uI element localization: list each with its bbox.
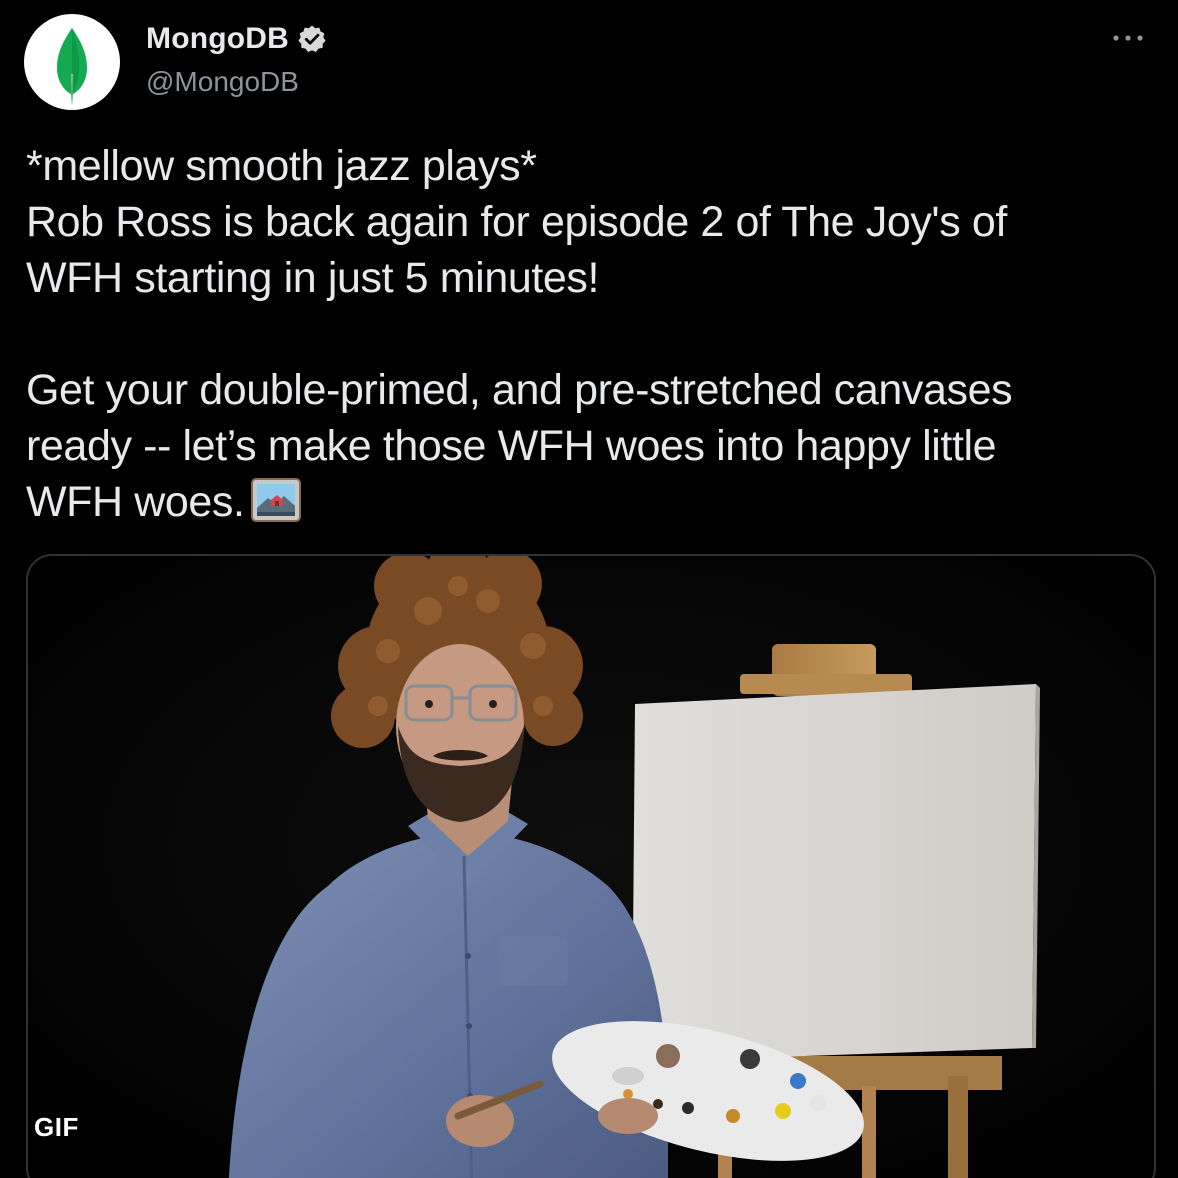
tweet-card: MongoDB @MongoDB *mellow smooth jazz pla… xyxy=(0,0,1178,1178)
tweet-text-line: Get your double-primed, and pre-stretche… xyxy=(26,366,1013,414)
tweet-header: MongoDB @MongoDB xyxy=(24,14,1158,110)
tweet-text: *mellow smooth jazz plays* Rob Ross is b… xyxy=(26,138,1146,536)
tweet-text-line: ready -- let’s make those WFH woes into … xyxy=(26,422,997,470)
verified-badge-icon xyxy=(297,24,327,54)
tweet-text-fragment: WFH woes. xyxy=(26,478,245,526)
gif-image-painter-at-easel xyxy=(28,556,1154,1178)
name-row: MongoDB xyxy=(146,22,327,56)
tweet-text-line: Rob Ross is back again for episode 2 of … xyxy=(26,198,1007,246)
mongodb-leaf-icon xyxy=(57,28,87,106)
avatar[interactable] xyxy=(24,14,120,110)
framed-picture-emoji-icon xyxy=(250,478,301,536)
more-options-button[interactable] xyxy=(1108,24,1148,52)
tweet-text-line: WFH starting in just 5 minutes! xyxy=(26,254,600,302)
more-dots-icon xyxy=(1113,35,1143,41)
tweet-text-line-last: WFH woes. xyxy=(26,474,1146,536)
display-name[interactable]: MongoDB xyxy=(146,22,289,56)
gif-badge: GIF xyxy=(34,1112,79,1142)
gif-media[interactable] xyxy=(26,554,1156,1178)
account-handle[interactable]: @MongoDB xyxy=(146,66,299,98)
tweet-text-line: *mellow smooth jazz plays* xyxy=(26,142,537,190)
